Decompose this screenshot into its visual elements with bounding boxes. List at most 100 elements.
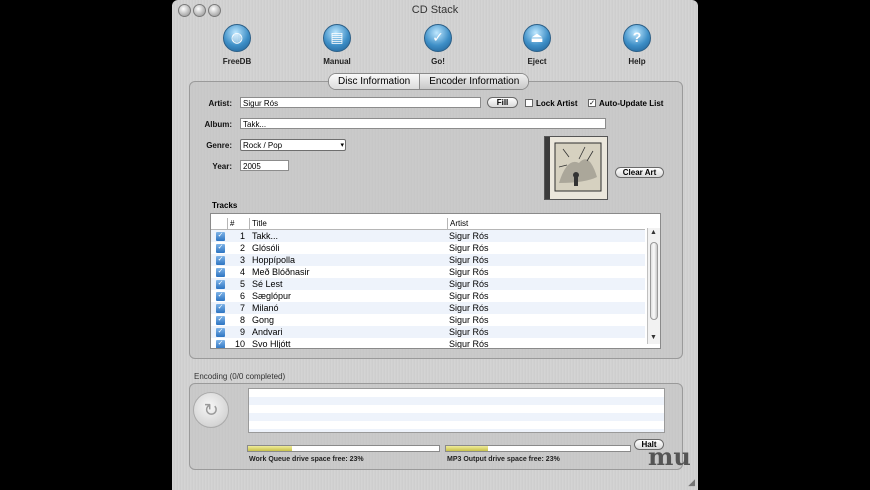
track-artist[interactable]: Sigur Rós — [449, 255, 489, 265]
track-artist[interactable]: Sigur Rós — [449, 231, 489, 241]
track-artist[interactable]: Sigur Rós — [449, 267, 489, 277]
track-enabled-checkbox[interactable]: ✓ — [216, 268, 225, 277]
track-artist[interactable]: Sigur Rós — [449, 303, 489, 313]
scroll-down-icon[interactable]: ▼ — [650, 334, 657, 341]
table-row[interactable]: ✓ 1 Takk... Sigur Rós — [211, 230, 645, 242]
tab-encoder-information[interactable]: Encoder Information — [420, 74, 529, 89]
track-number: 3 — [239, 255, 245, 265]
column-check[interactable] — [211, 218, 227, 229]
track-title[interactable]: Með Blóðnasir — [252, 267, 310, 277]
lock-artist-checkbox[interactable] — [525, 99, 533, 107]
tab-bar: Disc Information Encoder Information — [328, 73, 530, 90]
lock-artist-label: Lock Artist — [536, 99, 578, 108]
resize-grip-icon[interactable]: ◢ — [688, 477, 695, 488]
toolbar-eject-button[interactable]: ⏏ Eject — [507, 24, 567, 66]
year-field[interactable]: 2005 — [240, 160, 289, 171]
track-artist[interactable]: Sigur Rós — [449, 315, 489, 325]
track-number: 10 — [234, 339, 245, 349]
tab-disc-information[interactable]: Disc Information — [329, 74, 421, 89]
track-title[interactable]: Hoppípolla — [252, 255, 295, 265]
track-enabled-checkbox[interactable]: ✓ — [216, 256, 225, 265]
track-number: 9 — [239, 327, 245, 337]
table-row[interactable]: ✓ 10 Svo Hljótt Sigur Rós — [211, 338, 645, 349]
chevron-down-icon: ▾ — [340, 142, 344, 149]
track-title[interactable]: Glósóli — [252, 243, 280, 253]
window-title: CD Stack — [411, 4, 459, 16]
album-art[interactable] — [544, 136, 608, 200]
track-enabled-checkbox[interactable]: ✓ — [216, 244, 225, 253]
book-icon: ▤ — [323, 24, 351, 52]
track-artist[interactable]: Sigur Rós — [449, 327, 489, 337]
encoding-spinner-icon: ↻ — [193, 392, 229, 428]
track-title[interactable]: Sæglópur — [252, 291, 291, 301]
album-field[interactable]: Takk... — [240, 118, 606, 129]
table-row[interactable]: ✓ 3 Hoppípolla Sigur Rós — [211, 254, 645, 266]
track-number: 1 — [239, 231, 245, 241]
auto-update-label: Auto-Update List — [599, 99, 664, 108]
fill-button[interactable]: Fill — [487, 97, 518, 108]
track-number: 4 — [239, 267, 245, 277]
clear-art-button[interactable]: Clear Art — [615, 167, 664, 178]
track-enabled-checkbox[interactable]: ✓ — [216, 340, 225, 348]
track-artist[interactable]: Sigur Rós — [449, 243, 489, 253]
mp3-output-space-bar — [445, 445, 631, 452]
cd-stack-window: CD Stack ◍ FreeDB ▤ Manual ✓ Go! ⏏ Eject… — [172, 0, 698, 490]
track-artist[interactable]: Sigur Rós — [449, 339, 489, 348]
table-row[interactable]: ✓ 6 Sæglópur Sigur Rós — [211, 290, 645, 302]
globe-icon: ◍ — [223, 24, 251, 52]
table-row[interactable]: ✓ 5 Sé Lest Sigur Rós — [211, 278, 645, 290]
track-enabled-checkbox[interactable]: ✓ — [216, 328, 225, 337]
genre-select[interactable]: Rock / Pop ▾ — [240, 139, 346, 151]
track-enabled-checkbox[interactable]: ✓ — [216, 316, 225, 325]
tracks-label: Tracks — [212, 201, 238, 210]
table-row[interactable]: ✓ 4 Með Blóðnasir Sigur Rós — [211, 266, 645, 278]
scroll-thumb[interactable] — [650, 242, 658, 320]
track-enabled-checkbox[interactable]: ✓ — [216, 292, 225, 301]
table-row[interactable]: ✓ 9 Andvari Sigur Rós — [211, 326, 645, 338]
track-title[interactable]: Sé Lest — [252, 279, 283, 289]
scroll-up-icon[interactable]: ▲ — [650, 229, 657, 236]
track-number: 6 — [239, 291, 245, 301]
track-title[interactable]: Svo Hljótt — [252, 339, 291, 348]
tracks-scrollbar[interactable]: ▲ ▼ — [647, 228, 660, 344]
column-artist[interactable]: Artist — [447, 218, 645, 229]
toolbar-help-button[interactable]: ? Help — [607, 24, 667, 66]
tracks-table-header: # Title Artist — [211, 218, 645, 230]
question-icon: ? — [623, 24, 651, 52]
track-title[interactable]: Gong — [252, 315, 274, 325]
track-title[interactable]: Milanó — [252, 303, 279, 313]
track-number: 7 — [239, 303, 245, 313]
track-number: 8 — [239, 315, 245, 325]
work-queue-space-label: Work Queue drive space free: 23% — [249, 456, 364, 463]
auto-update-checkbox[interactable]: ✓ — [588, 99, 596, 107]
mp3-output-space-fill — [446, 446, 489, 451]
toolbar-go-button[interactable]: ✓ Go! — [408, 24, 468, 66]
track-enabled-checkbox[interactable]: ✓ — [216, 304, 225, 313]
year-label: Year: — [212, 162, 232, 171]
track-enabled-checkbox[interactable]: ✓ — [216, 232, 225, 241]
macupdate-logo: mu — [648, 442, 691, 471]
column-title[interactable]: Title — [249, 218, 447, 229]
track-artist[interactable]: Sigur Rós — [449, 291, 489, 301]
track-artist[interactable]: Sigur Rós — [449, 279, 489, 289]
album-label: Album: — [204, 120, 232, 129]
table-row[interactable]: ✓ 2 Glósóli Sigur Rós — [211, 242, 645, 254]
work-queue-space-bar — [247, 445, 440, 452]
track-enabled-checkbox[interactable]: ✓ — [216, 280, 225, 289]
artist-field[interactable]: Sigur Rós — [240, 97, 481, 108]
encoding-queue-list[interactable] — [248, 388, 665, 433]
toolbar-freedb-button[interactable]: ◍ FreeDB — [207, 24, 267, 66]
work-queue-space-fill — [248, 446, 292, 451]
checkmark-icon: ✓ — [424, 24, 452, 52]
table-row[interactable]: ✓ 8 Gong Sigur Rós — [211, 314, 645, 326]
track-number: 5 — [239, 279, 245, 289]
tracks-table: # Title Artist ✓ 1 Takk... Sigur Rós ✓ 2 Glósó… — [210, 213, 661, 349]
column-num[interactable]: # — [227, 218, 249, 229]
track-title[interactable]: Andvari — [252, 327, 283, 337]
album-art-image — [545, 137, 607, 199]
track-number: 2 — [239, 243, 245, 253]
encoding-status: Encoding (0/0 completed) — [194, 372, 286, 381]
toolbar-manual-button[interactable]: ▤ Manual — [307, 24, 367, 66]
table-row[interactable]: ✓ 7 Milanó Sigur Rós — [211, 302, 645, 314]
track-title[interactable]: Takk... — [252, 231, 278, 241]
